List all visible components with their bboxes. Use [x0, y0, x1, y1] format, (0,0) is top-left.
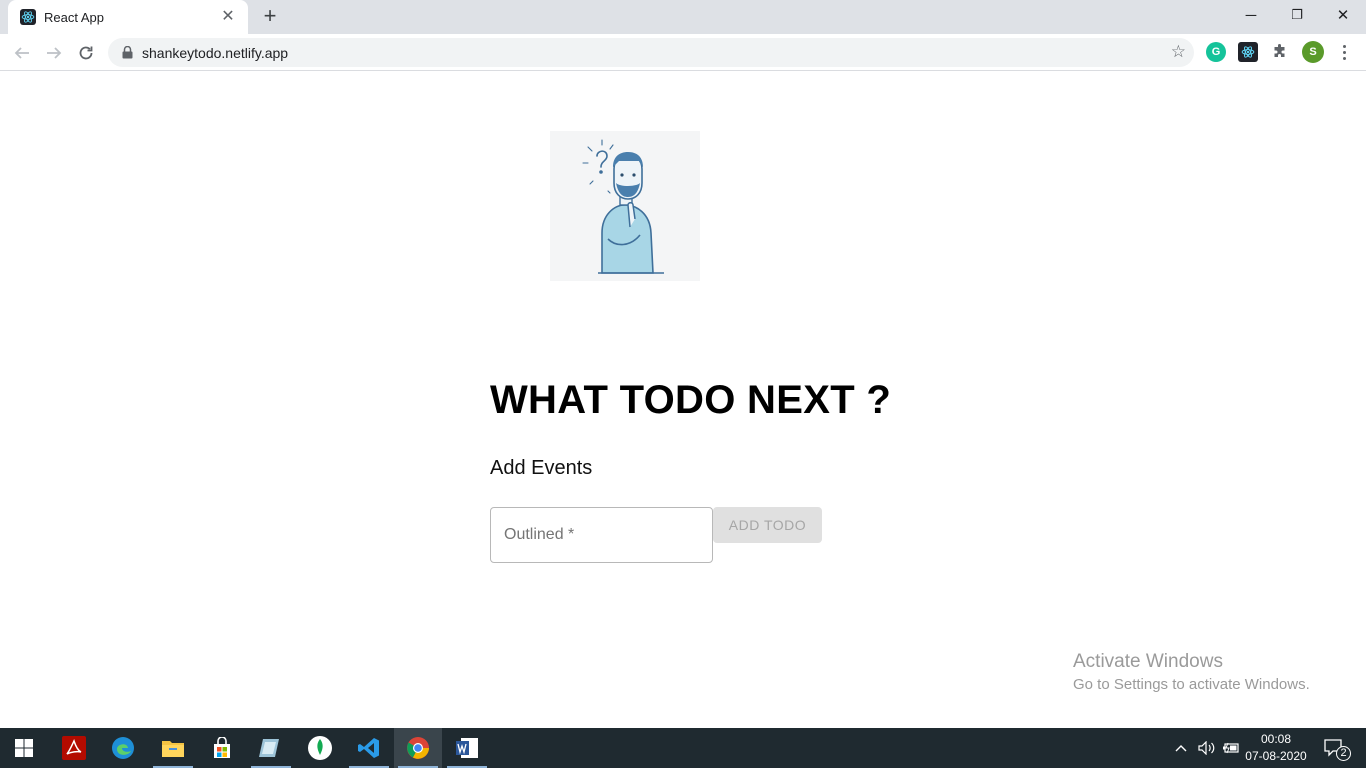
windows-logo-icon — [15, 739, 33, 757]
arrow-right-icon — [47, 47, 62, 59]
restore-button[interactable]: ❐ — [1274, 0, 1320, 30]
arrow-left-icon — [14, 47, 29, 59]
thinking-man-icon — [582, 139, 664, 274]
store-taskbar-icon[interactable] — [198, 728, 246, 768]
tray-overflow-icon[interactable] — [1175, 728, 1187, 768]
battery-icon[interactable] — [1222, 728, 1240, 768]
vscode-taskbar-icon[interactable] — [345, 728, 393, 768]
url-text: shankeytodo.netlify.app — [142, 44, 289, 61]
mongodb-compass-taskbar-icon[interactable] — [296, 728, 344, 768]
volume-icon[interactable] — [1198, 728, 1216, 768]
minimize-button[interactable]: ─ — [1228, 0, 1274, 30]
clock-date: 07-08-2020 — [1245, 749, 1307, 763]
system-clock[interactable]: 00:08 07-08-2020 — [1240, 731, 1312, 765]
back-button[interactable] — [8, 39, 36, 67]
thinking-man-illustration — [550, 131, 700, 281]
profile-avatar[interactable]: S — [1302, 41, 1324, 63]
word-taskbar-icon[interactable] — [443, 728, 491, 768]
react-devtools-extension-icon[interactable] — [1238, 42, 1258, 62]
browser-tab[interactable]: React App ✕ — [8, 0, 248, 34]
close-window-button[interactable]: ✕ — [1320, 0, 1366, 30]
file-explorer-taskbar-icon[interactable] — [149, 728, 197, 768]
watermark-subtitle: Go to Settings to activate Windows. — [1073, 676, 1310, 693]
chrome-taskbar-icon[interactable] — [394, 728, 442, 768]
bookmark-star-icon[interactable]: ☆ — [1171, 42, 1186, 62]
todo-input[interactable]: Outlined * — [490, 507, 713, 563]
browser-tabbar: React App ✕ + ─ ❐ ✕ — [0, 0, 1366, 34]
grammarly-extension-icon[interactable]: G — [1206, 42, 1226, 62]
reload-button[interactable] — [72, 39, 100, 67]
address-bar[interactable]: shankeytodo.netlify.app ☆ — [108, 38, 1194, 67]
browser-menu-icon[interactable] — [1336, 40, 1352, 64]
notifications-button[interactable]: 2 — [1324, 728, 1359, 768]
watermark-title: Activate Windows — [1073, 651, 1223, 672]
browser-toolbar: shankeytodo.netlify.app ☆ G S — [0, 34, 1366, 71]
forward-button[interactable] — [40, 39, 68, 67]
start-button[interactable] — [0, 728, 48, 768]
edge-taskbar-icon[interactable] — [99, 728, 147, 768]
lock-icon — [120, 46, 134, 60]
new-tab-button[interactable]: + — [258, 5, 282, 28]
windows-taskbar: 00:08 07-08-2020 2 — [0, 728, 1366, 768]
app-taskbar-icon[interactable] — [247, 728, 295, 768]
react-favicon-icon — [20, 9, 36, 25]
page-title: WHAT TODO NEXT ? — [490, 378, 892, 422]
notification-count-badge: 2 — [1336, 745, 1351, 761]
tab-close-icon[interactable]: ✕ — [218, 7, 238, 27]
extensions-puzzle-icon[interactable] — [1270, 42, 1290, 62]
add-todo-button[interactable]: ADD TODO — [713, 507, 822, 543]
acrobat-taskbar-icon[interactable] — [50, 728, 98, 768]
clock-time: 00:08 — [1260, 732, 1292, 746]
todo-input-label: Outlined * — [504, 526, 575, 543]
section-subtitle: Add Events — [490, 457, 593, 479]
reload-icon — [79, 46, 93, 60]
activate-windows-watermark: Activate Windows Go to Settings to activ… — [1073, 651, 1310, 693]
tab-title: React App — [44, 9, 104, 25]
